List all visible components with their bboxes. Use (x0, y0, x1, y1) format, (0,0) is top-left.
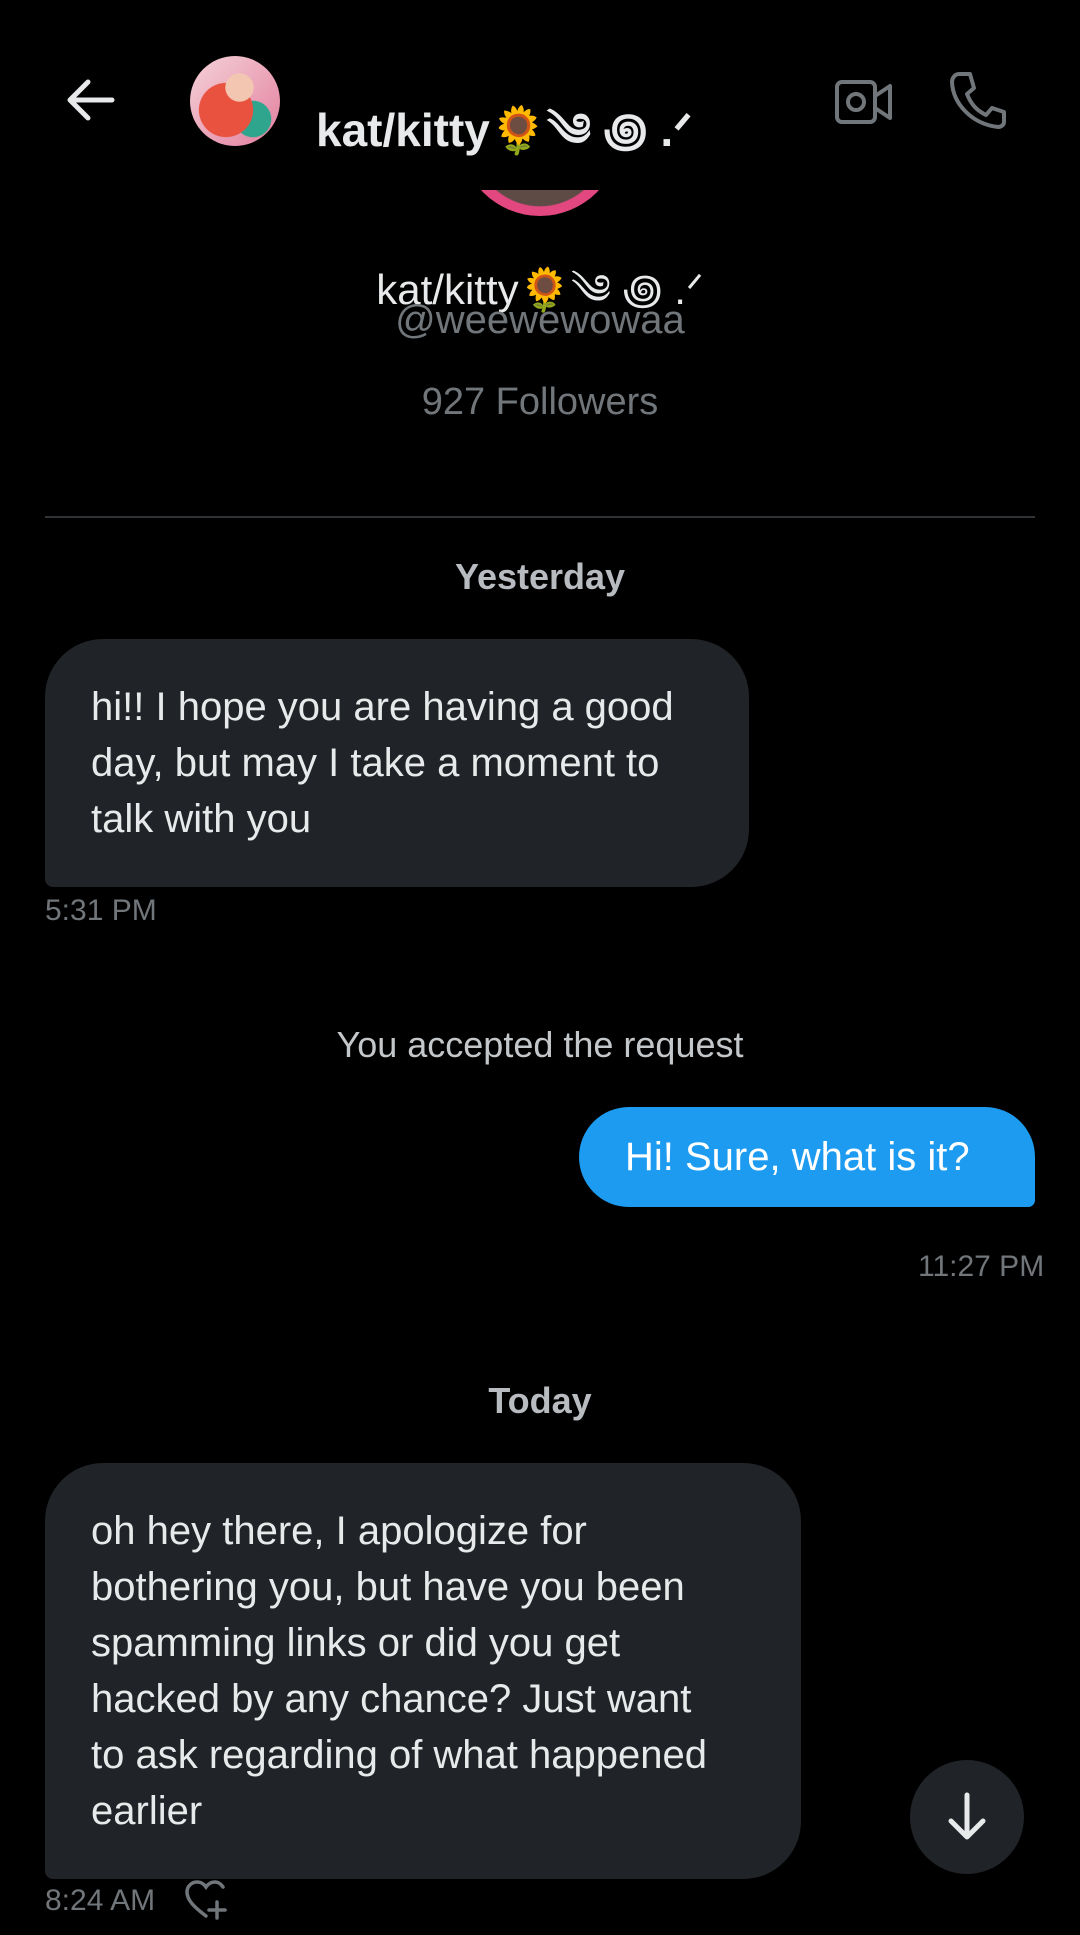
message-line: spamming links or did you get (91, 1621, 621, 1665)
profile-followers-count[interactable]: 927 Followers (0, 381, 1080, 424)
phone-call-button[interactable] (948, 70, 1006, 130)
message-timestamp: 5:31 PM (45, 894, 157, 927)
date-separator-yesterday: Yesterday (454, 556, 626, 597)
message-line: hacked by any chance? Just want (91, 1677, 692, 1721)
header-title[interactable]: kat/kitty🌻༄ ꩜ .ᐟ (316, 80, 693, 209)
back-button[interactable] (62, 72, 118, 128)
divider (45, 516, 1035, 518)
date-separator-today: Today (488, 1380, 592, 1421)
message-line: earlier (91, 1789, 203, 1833)
message-bubble-outgoing[interactable]: Hi! Sure, what is it? (579, 1107, 1035, 1207)
message-line: day, but may I take a moment to (91, 741, 660, 785)
message-line: talk with you (91, 797, 312, 841)
message-timestamp: 11:27 PM (918, 1250, 1045, 1283)
video-call-button[interactable] (834, 76, 894, 128)
system-note: You accepted the request (336, 1024, 744, 1065)
message-bubble-incoming[interactable]: hi!! I hope you are having a good day, b… (45, 639, 749, 887)
scroll-to-bottom-button[interactable] (910, 1760, 1024, 1874)
arrow-down-icon (948, 1792, 986, 1840)
profile-handle[interactable]: @weewewowaa (0, 298, 1080, 343)
message-timestamp: 8:24 AM (45, 1884, 156, 1917)
arrow-left-icon (67, 79, 115, 121)
avatar[interactable] (190, 56, 280, 146)
message-bubble-incoming[interactable]: oh hey there, I apologize for bothering … (45, 1463, 801, 1879)
video-call-icon (835, 80, 892, 124)
message-line: to ask regarding of what happened (91, 1733, 707, 1777)
heart-plus-icon (185, 1880, 227, 1920)
message-line: bothering you, but have you been (91, 1565, 685, 1609)
add-reaction-button[interactable] (184, 1880, 228, 1920)
phone-icon (950, 72, 1006, 129)
message-line: hi!! I hope you are having a good (91, 685, 674, 729)
message-line: oh hey there, I apologize for (91, 1509, 587, 1553)
conversation-header: kat/kitty🌻༄ ꩜ .ᐟ (0, 0, 1080, 190)
message-line: Hi! Sure, what is it? (625, 1135, 970, 1179)
